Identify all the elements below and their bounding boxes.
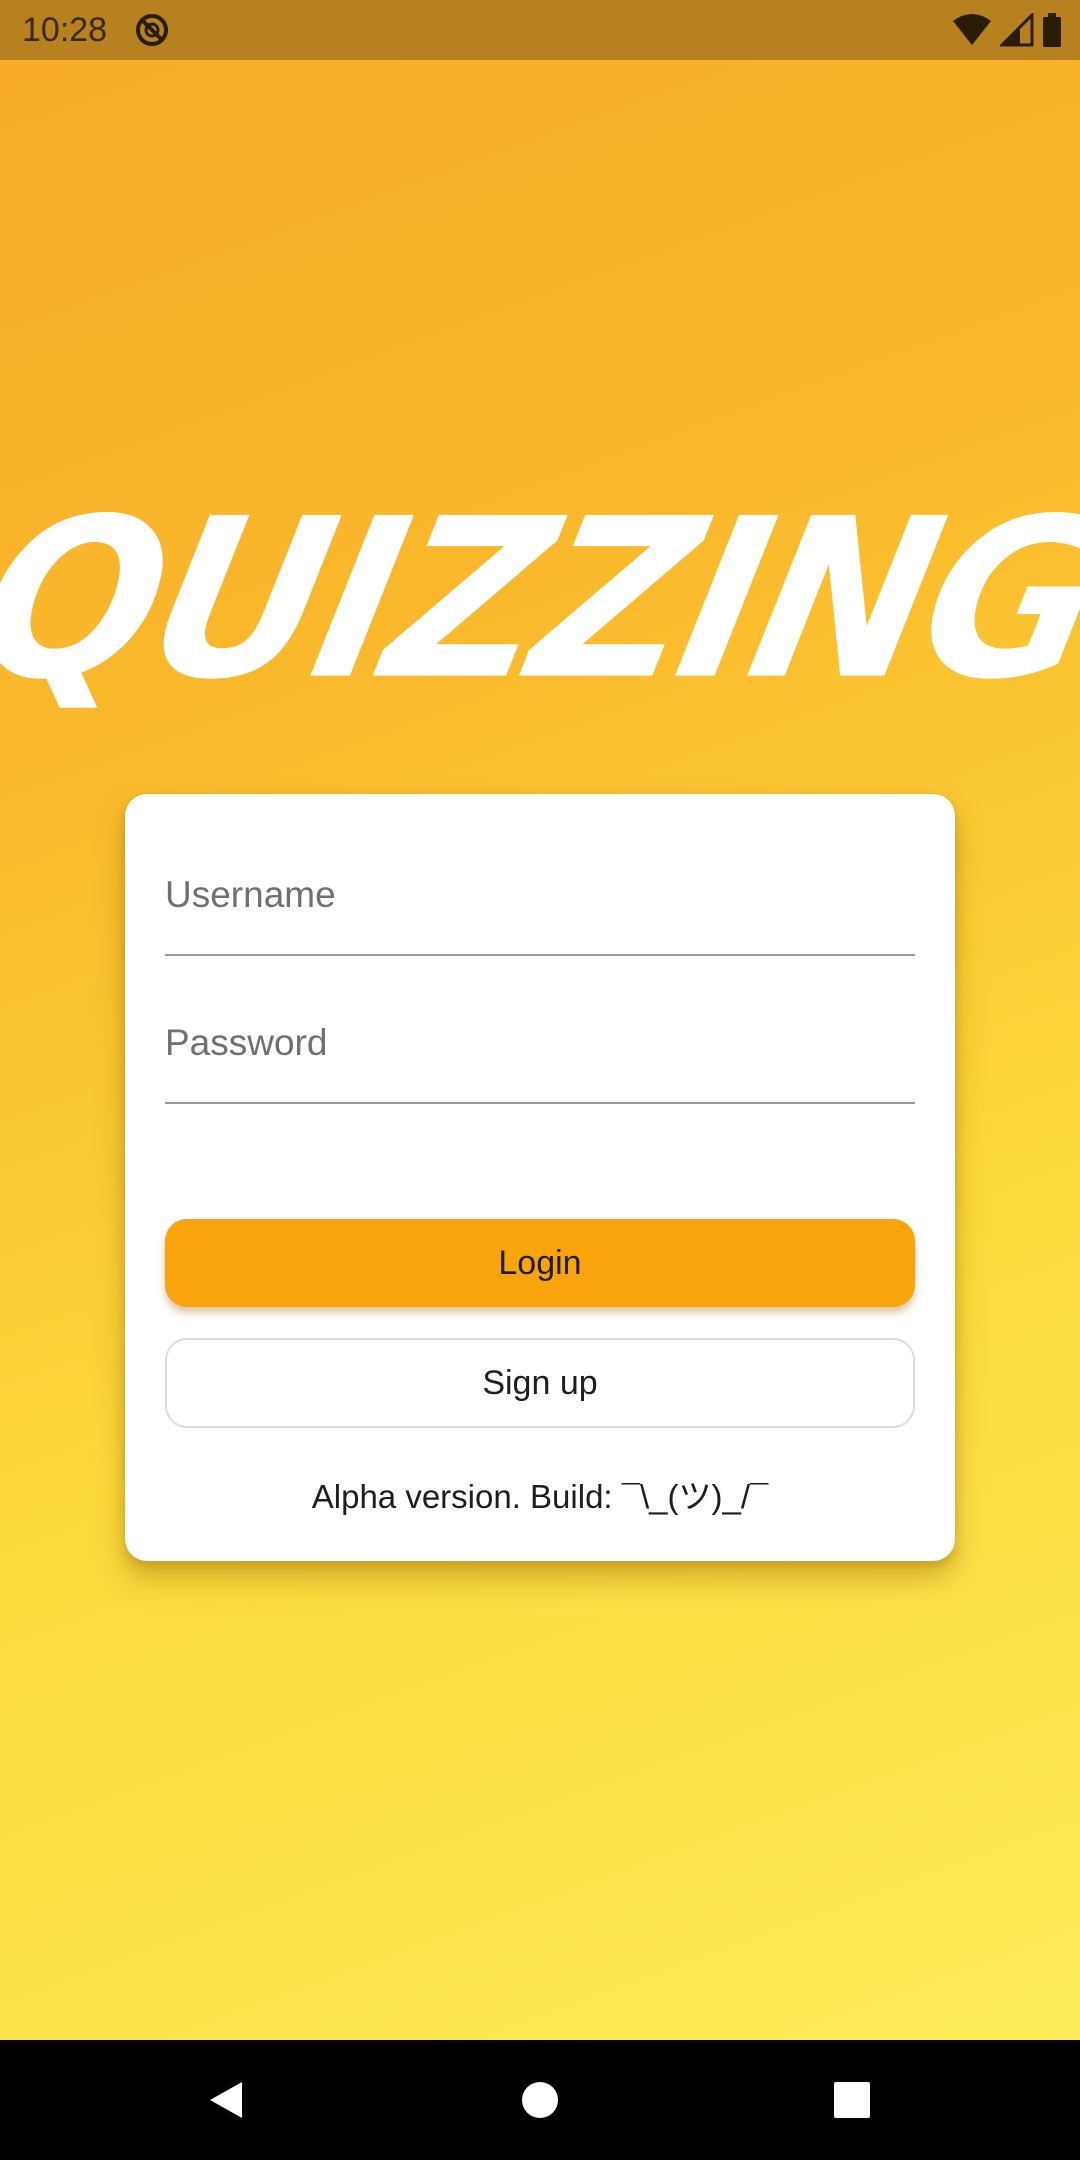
logo-text: QUIZZING [0,470,1080,729]
login-screen: 10:28 QUIZZING Username Password Login S… [0,0,1080,2160]
username-field[interactable]: Username [165,854,915,956]
password-field[interactable]: Password [165,1002,915,1104]
wifi-icon [952,13,992,47]
signup-button[interactable]: Sign up [165,1338,915,1428]
navigation-bar [0,2040,1080,2160]
login-card: Username Password Login Sign up Alpha ve… [125,794,955,1561]
status-bar: 10:28 [0,0,1080,60]
back-icon[interactable] [190,2064,262,2136]
status-icons [952,12,1062,48]
home-icon[interactable] [504,2064,576,2136]
no-disturb-icon [134,12,170,48]
cell-signal-icon [1000,13,1034,47]
recents-icon[interactable] [816,2064,888,2136]
username-placeholder: Username [165,874,336,915]
app-logo: QUIZZING [0,470,1080,729]
password-placeholder: Password [165,1022,328,1063]
login-button[interactable]: Login [165,1219,915,1307]
status-time: 10:28 [22,11,108,49]
version-text: Alpha version. Build: ¯\_(ツ)_/¯ [311,1478,769,1515]
battery-icon [1042,13,1062,47]
